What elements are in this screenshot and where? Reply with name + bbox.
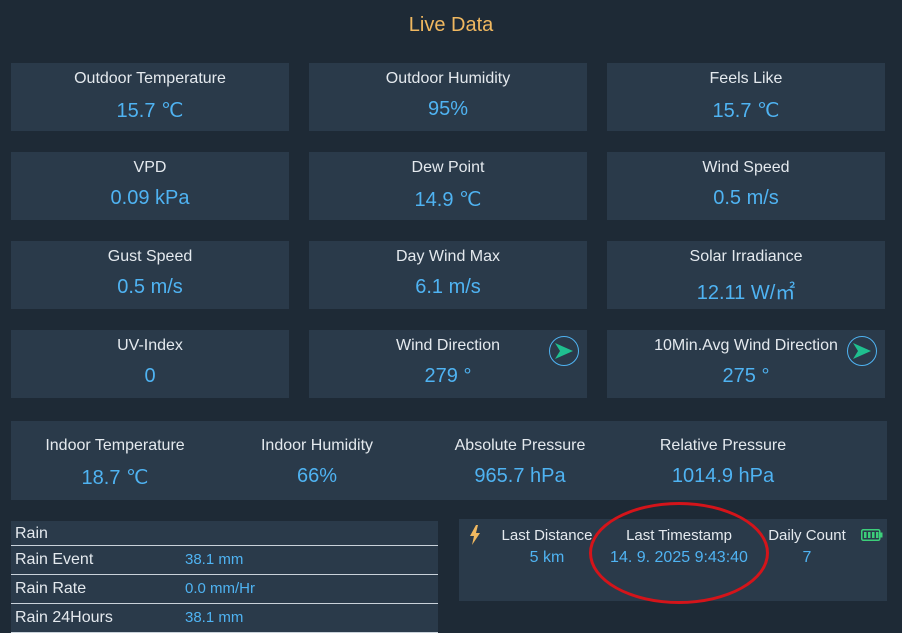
table-row: Rain 24Hours 38.1 mm [11,604,438,633]
indoor-value: 965.7 hPa [474,465,566,487]
rain-row-value: 38.1 mm [185,551,244,568]
battery-full-icon [861,528,883,541]
card-value: 14.9 ℃ [414,189,482,211]
card-label: Wind Direction [395,337,501,354]
card-label: Outdoor Temperature [74,70,226,87]
last-timestamp-value: 14. 9. 2025 9:43:40 [610,549,748,566]
card-value: 0.09 kPa [110,187,190,209]
daily-count-label: Daily Count [768,527,846,544]
absolute-pressure: Absolute Pressure 965.7 hPa [420,437,620,488]
rain-row-value: 38.1 mm [185,609,244,626]
card-value: 6.1 m/s [415,276,481,298]
indoor-label: Relative Pressure [659,437,787,454]
daily-count: Daily Count 7 [762,527,852,567]
indoor-label: Absolute Pressure [454,437,586,454]
rain-header: Rain [15,525,48,542]
last-timestamp-label: Last Timestamp [626,527,732,544]
indoor-humidity: Indoor Humidity 66% [217,437,417,488]
card-label: Dew Point [411,159,485,176]
card-uv-index: UV-Index 0 [11,330,289,398]
card-value: 0.5 m/s [117,276,183,298]
card-gust-speed: Gust Speed 0.5 m/s [11,241,289,309]
card-feels-like: Feels Like 15.7 ℃ [607,63,885,131]
card-label: UV-Index [117,337,183,354]
indoor-value: 18.7 ℃ [81,467,149,489]
card-value: 0 [144,365,156,387]
daily-count-value: 7 [802,549,812,566]
rain-row-label: Rain Event [15,551,94,568]
card-label: Feels Like [709,70,783,87]
lightning-panel: Last Distance 5 km Last Timestamp 14. 9.… [459,519,887,601]
card-dew-point: Dew Point 14.9 ℃ [309,152,587,220]
card-label: Wind Speed [702,159,790,176]
table-row: Rain Rate 0.0 mm/Hr [11,575,438,604]
lightning-bolt-icon [469,525,481,545]
indoor-value: 66% [296,465,338,487]
table-row: Rain Event 38.1 mm [11,546,438,575]
card-label: 10Min.Avg Wind Direction [654,337,838,354]
indoor-label: Indoor Humidity [260,437,374,454]
rain-row-label: Rain 24Hours [15,609,113,626]
card-solar-irradiance: Solar Irradiance 12.11 W/㎡ [607,241,885,309]
card-value: 275 ° [722,365,770,387]
card-label: Outdoor Humidity [385,70,511,87]
last-timestamp: Last Timestamp 14. 9. 2025 9:43:40 [598,527,760,567]
last-distance-value: 5 km [529,549,565,566]
card-label: Day Wind Max [395,248,501,265]
card-vpd: VPD 0.09 kPa [11,152,289,220]
card-value: 15.7 ℃ [712,100,780,122]
last-distance-label: Last Distance [501,527,593,544]
card-outdoor-humidity: Outdoor Humidity 95% [309,63,587,131]
relative-pressure: Relative Pressure 1014.9 hPa [623,437,823,488]
card-wind-direction: Wind Direction 279 ° [309,330,587,398]
card-wind-speed: Wind Speed 0.5 m/s [607,152,885,220]
rain-row-value: 0.0 mm/Hr [185,580,256,597]
card-day-wind-max: Day Wind Max 6.1 m/s [309,241,587,309]
indoor-value: 1014.9 hPa [671,465,775,487]
live-data-grid: Outdoor Temperature 15.7 ℃ Outdoor Humid… [11,63,885,398]
indoor-panel: Indoor Temperature 18.7 ℃ Indoor Humidit… [11,421,887,500]
card-label: Gust Speed [107,248,193,265]
card-value: 279 ° [424,365,472,387]
wind-direction-arrow-icon [847,336,877,366]
card-value: 15.7 ℃ [116,100,184,122]
rain-table: Rain Rain Event 38.1 mm Rain Rate 0.0 mm… [11,521,438,633]
rain-row-label: Rain Rate [15,580,87,597]
card-value: 0.5 m/s [713,187,779,209]
card-value: 95% [427,98,469,120]
card-value: 12.11 W/㎡ [696,282,796,304]
card-label: VPD [133,159,167,176]
rain-header-row: Rain [11,521,438,546]
card-outdoor-temperature: Outdoor Temperature 15.7 ℃ [11,63,289,131]
card-label: Solar Irradiance [689,248,803,265]
card-avg-wind-direction: 10Min.Avg Wind Direction 275 ° [607,330,885,398]
last-distance: Last Distance 5 km [497,527,597,567]
page-title: Live Data [408,14,494,36]
indoor-temperature: Indoor Temperature 18.7 ℃ [15,437,215,490]
indoor-label: Indoor Temperature [45,437,185,454]
wind-direction-arrow-icon [549,336,579,366]
